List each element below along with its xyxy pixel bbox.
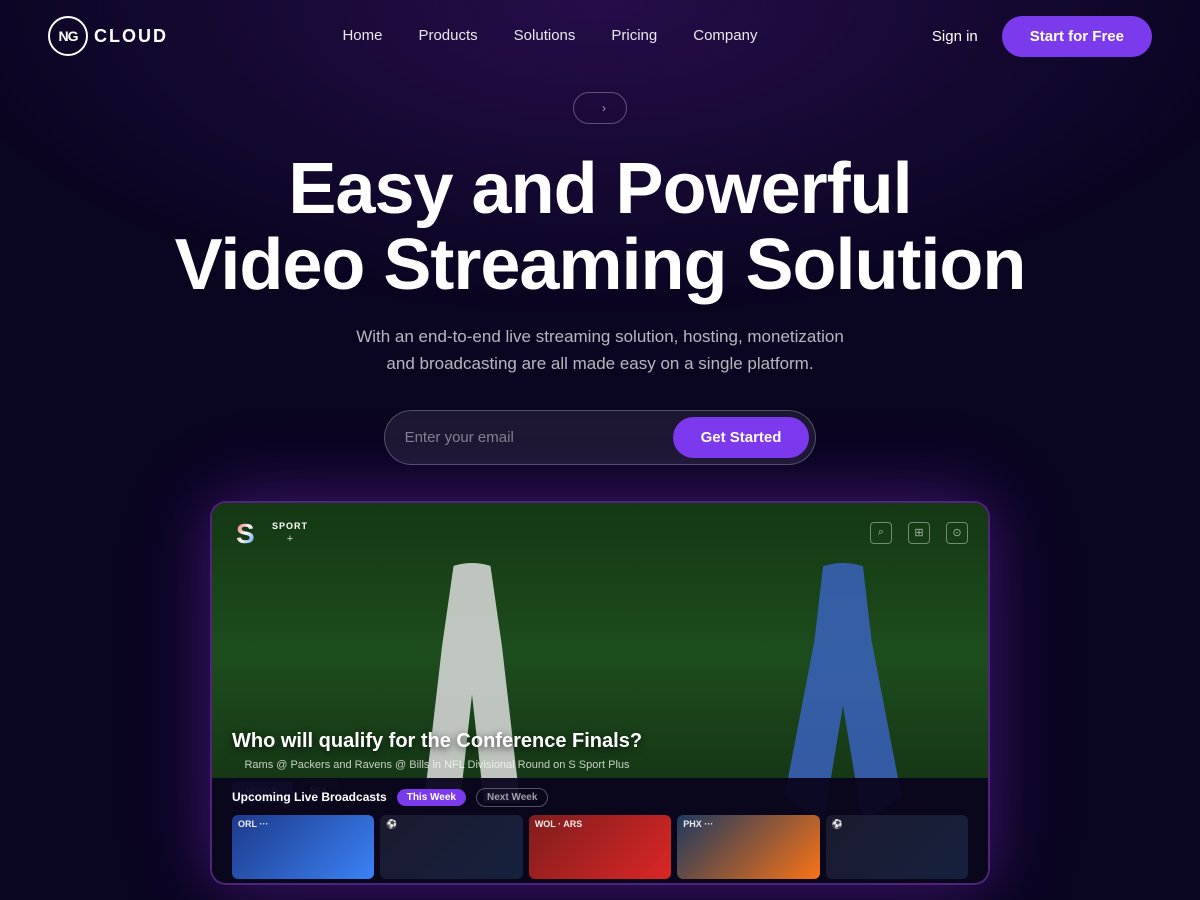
nav-right: Sign in Start for Free bbox=[932, 16, 1152, 57]
sport-name-label: SPORT + bbox=[272, 521, 308, 545]
svg-text:S: S bbox=[236, 518, 255, 549]
navbar: NG CLOUD Home Products Solutions Pricing… bbox=[0, 0, 1200, 72]
sport-header-icons: ⌕ ⊞ ⊙ bbox=[870, 522, 968, 544]
chevron-right-icon: › bbox=[602, 101, 606, 115]
logo[interactable]: NG CLOUD bbox=[48, 16, 168, 56]
card-label-soccer1: ⚽ bbox=[386, 819, 397, 830]
start-free-button[interactable]: Start for Free bbox=[1002, 16, 1152, 57]
card-label-phx: PHX ··· bbox=[683, 819, 713, 829]
upcoming-header: Upcoming Live Broadcasts This Week Next … bbox=[232, 788, 968, 807]
logo-icon: NG bbox=[48, 16, 88, 56]
email-input[interactable] bbox=[405, 421, 665, 454]
upcoming-card-soccer1[interactable]: ⚽ bbox=[380, 815, 522, 879]
next-week-tab[interactable]: Next Week bbox=[476, 788, 548, 807]
grid-icon[interactable]: ⊞ bbox=[908, 522, 930, 544]
nav-company[interactable]: Company bbox=[693, 27, 757, 44]
match-subtitle: Rams @ Packers and Ravens @ Bills in NFL… bbox=[232, 759, 642, 771]
search-icon[interactable]: ⌕ bbox=[870, 522, 892, 544]
nav-home[interactable]: Home bbox=[342, 27, 382, 44]
user-icon[interactable]: ⊙ bbox=[946, 522, 968, 544]
announcement-pill[interactable]: › bbox=[573, 92, 627, 124]
brand-name: CLOUD bbox=[94, 26, 168, 47]
card-label-soccer2: ⚽ bbox=[832, 819, 843, 830]
upcoming-card-orl[interactable]: ORL ··· bbox=[232, 815, 374, 879]
card-label-wol: WOL · ARS bbox=[535, 819, 583, 829]
upcoming-cards: ORL ··· ⚽ WOL · ARS PHX ··· ⚽ bbox=[232, 815, 968, 879]
nav-pricing[interactable]: Pricing bbox=[611, 27, 657, 44]
hero-headline: Easy and Powerful Video Streaming Soluti… bbox=[0, 152, 1200, 303]
nav-links: Home Products Solutions Pricing Company bbox=[342, 27, 757, 45]
this-week-tab[interactable]: This Week bbox=[397, 789, 466, 806]
sport-header: S SPORT + ⌕ ⊞ ⊙ bbox=[212, 503, 988, 563]
sport-plus: + bbox=[272, 533, 308, 545]
nav-products[interactable]: Products bbox=[418, 27, 477, 44]
upcoming-section: Upcoming Live Broadcasts This Week Next … bbox=[212, 778, 988, 883]
preview-container: S SPORT + ⌕ ⊞ ⊙ bbox=[210, 501, 990, 885]
headline-line-2: Video Streaming Solution bbox=[175, 225, 1026, 305]
sport-s-logo: S bbox=[232, 515, 268, 551]
nav-solutions[interactable]: Solutions bbox=[514, 27, 576, 44]
upcoming-card-wol[interactable]: WOL · ARS bbox=[529, 815, 671, 879]
preview-window: S SPORT + ⌕ ⊞ ⊙ bbox=[212, 503, 988, 883]
upcoming-label: Upcoming Live Broadcasts bbox=[232, 790, 387, 804]
sign-in-button[interactable]: Sign in bbox=[932, 28, 978, 45]
get-started-button[interactable]: Get Started bbox=[673, 417, 810, 458]
upcoming-card-phx[interactable]: PHX ··· bbox=[677, 815, 819, 879]
card-label-orl: ORL ··· bbox=[238, 819, 268, 829]
hero-subtitle: With an end-to-end live streaming soluti… bbox=[340, 323, 860, 377]
upcoming-card-soccer2[interactable]: ⚽ bbox=[826, 815, 968, 879]
email-form: Get Started bbox=[384, 410, 817, 465]
match-title: Who will qualify for the Conference Fina… bbox=[232, 730, 642, 753]
hero-section: › Easy and Powerful Video Streaming Solu… bbox=[0, 72, 1200, 885]
sport-logo: S SPORT + bbox=[232, 515, 308, 551]
headline-line-1: Easy and Powerful bbox=[288, 149, 911, 229]
